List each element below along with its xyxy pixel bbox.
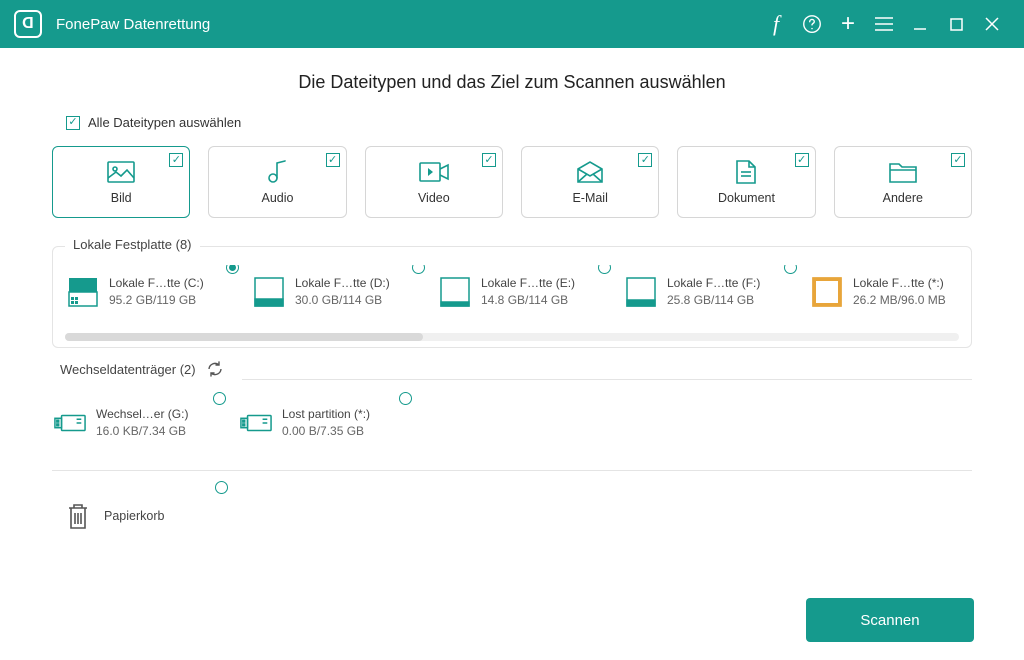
app-logo-icon: D bbox=[14, 10, 42, 38]
recycle-bin[interactable]: Papierkorb bbox=[52, 489, 232, 543]
filetype-label: E-Mail bbox=[572, 191, 607, 205]
filetype-label: Andere bbox=[883, 191, 923, 205]
trash-icon bbox=[66, 502, 90, 530]
maximize-icon[interactable] bbox=[938, 0, 974, 48]
drive-f[interactable]: Lokale F…tte (F:) 25.8 GB/114 GB bbox=[623, 265, 801, 319]
radio-icon bbox=[598, 265, 611, 274]
page-heading: Die Dateitypen und das Ziel zum Scannen … bbox=[52, 72, 972, 93]
filetype-label: Video bbox=[418, 191, 450, 205]
filetype-label: Bild bbox=[111, 191, 132, 205]
filetype-row: Bild Audio Video E-Mail bbox=[52, 146, 972, 218]
drive-icon bbox=[625, 276, 657, 308]
removable-title: Wechseldatenträger (2) bbox=[60, 362, 196, 377]
drive-name: Lost partition (*:) bbox=[282, 406, 370, 423]
refresh-icon[interactable] bbox=[206, 360, 224, 378]
local-drive-row: Lokale F…tte (C:) 95.2 GB/119 GB Lokale … bbox=[65, 265, 959, 319]
select-all-label: Alle Dateitypen auswählen bbox=[88, 115, 241, 130]
drive-name: Lokale F…tte (C:) bbox=[109, 275, 204, 292]
local-disk-section: Lokale Festplatte (8) Lokale F…tte (C:) … bbox=[52, 246, 972, 348]
drive-size: 16.0 KB/7.34 GB bbox=[96, 423, 188, 440]
windows-drive-icon bbox=[67, 276, 99, 308]
filetype-label: Dokument bbox=[718, 191, 775, 205]
drive-icon-warning bbox=[811, 276, 843, 308]
audio-icon bbox=[265, 159, 289, 185]
recycle-label: Papierkorb bbox=[104, 509, 164, 523]
radio-icon bbox=[226, 265, 239, 274]
filetype-label: Audio bbox=[262, 191, 294, 205]
scrollbar[interactable] bbox=[65, 333, 959, 341]
filetype-card-audio[interactable]: Audio bbox=[208, 146, 346, 218]
drive-icon bbox=[253, 276, 285, 308]
checkbox-icon bbox=[66, 116, 80, 130]
image-icon bbox=[107, 159, 135, 185]
section-legend: Lokale Festplatte (8) bbox=[65, 237, 200, 252]
facebook-icon[interactable]: f bbox=[758, 0, 794, 48]
drive-size: 14.8 GB/114 GB bbox=[481, 292, 575, 309]
folder-icon bbox=[889, 159, 917, 185]
drive-name: Lokale F…tte (F:) bbox=[667, 275, 760, 292]
filetype-card-document[interactable]: Dokument bbox=[677, 146, 815, 218]
drive-star[interactable]: Lokale F…tte (*:) 26.2 MB/96.0 MB bbox=[809, 265, 959, 319]
drive-g[interactable]: Wechsel…er (G:) 16.0 KB/7.34 GB bbox=[52, 396, 230, 450]
radio-icon bbox=[399, 392, 412, 405]
drive-name: Lokale F…tte (*:) bbox=[853, 275, 946, 292]
checkbox-icon bbox=[482, 153, 496, 167]
removable-section: Wechseldatenträger (2) Wechsel…er (G:) 1… bbox=[52, 370, 972, 456]
radio-icon bbox=[412, 265, 425, 274]
close-icon[interactable] bbox=[974, 0, 1010, 48]
drive-size: 95.2 GB/119 GB bbox=[109, 292, 204, 309]
drive-size: 25.8 GB/114 GB bbox=[667, 292, 760, 309]
section-legend: Wechseldatenträger (2) bbox=[52, 360, 232, 378]
drive-name: Lokale F…tte (D:) bbox=[295, 275, 390, 292]
usb-drive-icon bbox=[240, 407, 272, 439]
drive-name: Lokale F…tte (E:) bbox=[481, 275, 575, 292]
checkbox-icon bbox=[795, 153, 809, 167]
menu-icon[interactable] bbox=[866, 0, 902, 48]
app-title: FonePaw Datenrettung bbox=[56, 16, 210, 33]
local-disk-title: Lokale Festplatte (8) bbox=[73, 237, 192, 252]
add-icon[interactable]: + bbox=[830, 0, 866, 48]
drive-size: 0.00 B/7.35 GB bbox=[282, 423, 370, 440]
filetype-card-email[interactable]: E-Mail bbox=[521, 146, 659, 218]
drive-c[interactable]: Lokale F…tte (C:) 95.2 GB/119 GB bbox=[65, 265, 243, 319]
drive-icon bbox=[439, 276, 471, 308]
radio-icon bbox=[213, 392, 226, 405]
document-icon bbox=[736, 159, 756, 185]
checkbox-icon bbox=[638, 153, 652, 167]
drive-e[interactable]: Lokale F…tte (E:) 14.8 GB/114 GB bbox=[437, 265, 615, 319]
checkbox-icon bbox=[326, 153, 340, 167]
video-icon bbox=[419, 159, 449, 185]
titlebar: D FonePaw Datenrettung f + bbox=[0, 0, 1024, 48]
radio-icon bbox=[784, 265, 797, 274]
email-icon bbox=[577, 159, 603, 185]
usb-drive-icon bbox=[54, 407, 86, 439]
checkbox-icon bbox=[951, 153, 965, 167]
drive-lost-partition[interactable]: Lost partition (*:) 0.00 B/7.35 GB bbox=[238, 396, 416, 450]
drive-size: 26.2 MB/96.0 MB bbox=[853, 292, 946, 309]
drive-name: Wechsel…er (G:) bbox=[96, 406, 188, 423]
filetype-card-video[interactable]: Video bbox=[365, 146, 503, 218]
drive-size: 30.0 GB/114 GB bbox=[295, 292, 390, 309]
help-icon[interactable] bbox=[794, 0, 830, 48]
select-all-filetypes[interactable]: Alle Dateitypen auswählen bbox=[52, 115, 972, 130]
minimize-icon[interactable] bbox=[902, 0, 938, 48]
scan-button[interactable]: Scannen bbox=[806, 598, 974, 642]
checkbox-icon bbox=[169, 153, 183, 167]
removable-drive-row: Wechsel…er (G:) 16.0 KB/7.34 GB Lost par… bbox=[52, 388, 972, 450]
drive-d[interactable]: Lokale F…tte (D:) 30.0 GB/114 GB bbox=[251, 265, 429, 319]
filetype-card-other[interactable]: Andere bbox=[834, 146, 972, 218]
filetype-card-image[interactable]: Bild bbox=[52, 146, 190, 218]
radio-icon bbox=[215, 481, 228, 494]
